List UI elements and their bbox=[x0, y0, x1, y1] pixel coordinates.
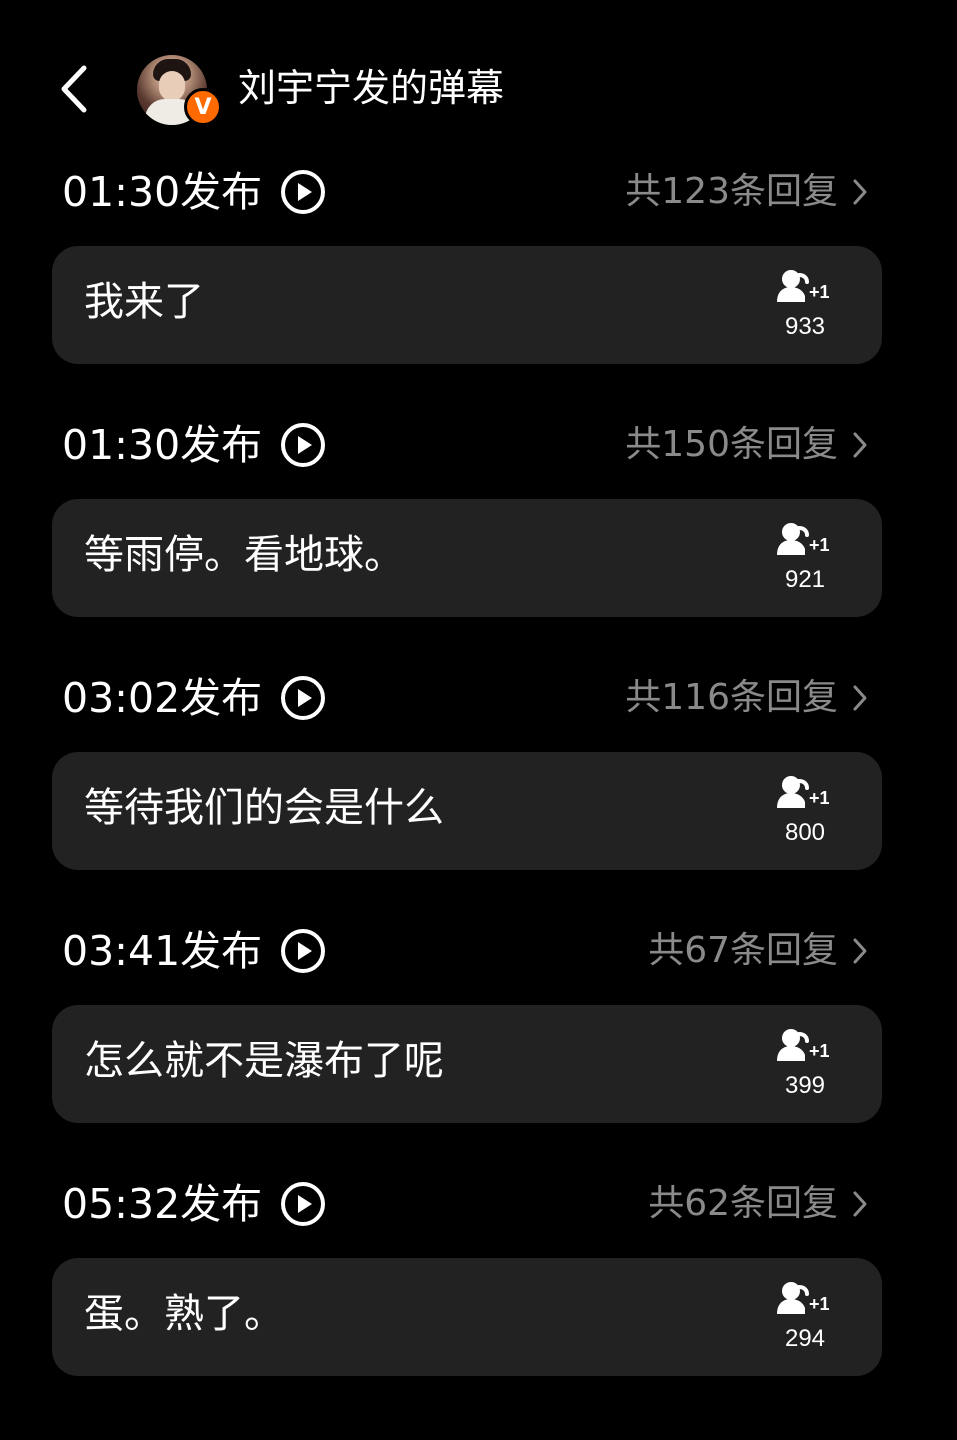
chevron-right-icon bbox=[850, 1187, 870, 1221]
svg-text:+1: +1 bbox=[809, 1294, 830, 1314]
replies-link[interactable]: 共116条回复 bbox=[625, 671, 870, 725]
danmaku-bubble[interactable]: 等雨停。看地球。 +1 921 bbox=[52, 499, 882, 617]
play-icon[interactable] bbox=[280, 1181, 326, 1227]
danmaku-list: 01:30发布 共123条回复 我来了 +1 933 01:30发布 共150条… bbox=[0, 160, 957, 1425]
plus-one-button[interactable]: +1 294 bbox=[764, 1280, 846, 1360]
plus-one-count: 294 bbox=[784, 1325, 826, 1352]
verified-badge: V bbox=[184, 88, 222, 126]
page-title: 刘宇宁发的弹幕 bbox=[238, 66, 505, 110]
danmaku-text: 等待我们的会是什么 bbox=[84, 785, 444, 831]
play-icon[interactable] bbox=[280, 422, 326, 468]
replies-link[interactable]: 共123条回复 bbox=[625, 165, 870, 219]
replies-count: 共67条回复 bbox=[648, 930, 838, 971]
chevron-right-icon bbox=[850, 175, 870, 209]
plus-one-button[interactable]: +1 800 bbox=[764, 774, 846, 854]
danmaku-time-group: 01:30发布 bbox=[62, 418, 326, 472]
chevron-left-icon bbox=[61, 65, 87, 113]
user-avatar[interactable]: V bbox=[137, 55, 225, 127]
danmaku-bubble[interactable]: 蛋。熟了。 +1 294 bbox=[52, 1258, 882, 1376]
user-plus-one-icon: +1 bbox=[777, 1029, 830, 1061]
replies-count: 共116条回复 bbox=[625, 677, 838, 718]
danmaku-item: 03:41发布 共67条回复 怎么就不是瀑布了呢 +1 399 bbox=[0, 919, 957, 1172]
danmaku-time: 01:30发布 bbox=[62, 421, 263, 469]
replies-count: 共150条回复 bbox=[625, 424, 838, 465]
svg-text:+1: +1 bbox=[809, 282, 830, 302]
danmaku-bubble[interactable]: 我来了 +1 933 bbox=[52, 246, 882, 364]
replies-count: 共62条回复 bbox=[648, 1183, 838, 1224]
chevron-right-icon bbox=[850, 934, 870, 968]
user-plus-one-icon: +1 bbox=[777, 776, 830, 808]
danmaku-time-group: 03:02发布 bbox=[62, 671, 326, 725]
user-plus-one-icon: +1 bbox=[777, 1282, 830, 1314]
danmaku-text: 怎么就不是瀑布了呢 bbox=[84, 1038, 444, 1084]
svg-text:+1: +1 bbox=[809, 788, 830, 808]
danmaku-time: 05:32发布 bbox=[62, 1180, 263, 1228]
danmaku-bubble[interactable]: 怎么就不是瀑布了呢 +1 399 bbox=[52, 1005, 882, 1123]
plus-one-count: 800 bbox=[784, 819, 826, 846]
danmaku-meta-row: 03:02发布 共116条回复 bbox=[62, 666, 870, 730]
chevron-right-icon bbox=[850, 681, 870, 715]
top-bar: V 刘宇宁发的弹幕 bbox=[0, 0, 957, 160]
plus-one-button[interactable]: +1 399 bbox=[764, 1027, 846, 1107]
danmaku-item: 03:02发布 共116条回复 等待我们的会是什么 +1 800 bbox=[0, 666, 957, 919]
play-icon[interactable] bbox=[280, 928, 326, 974]
danmaku-meta-row: 05:32发布 共62条回复 bbox=[62, 1172, 870, 1236]
danmaku-item: 01:30发布 共150条回复 等雨停。看地球。 +1 921 bbox=[0, 413, 957, 666]
user-plus-one-icon: +1 bbox=[777, 523, 830, 555]
svg-text:+1: +1 bbox=[809, 1041, 830, 1061]
danmaku-time-group: 03:41发布 bbox=[62, 924, 326, 978]
danmaku-item: 05:32发布 共62条回复 蛋。熟了。 +1 294 bbox=[0, 1172, 957, 1425]
danmaku-time-group: 01:30发布 bbox=[62, 165, 326, 219]
danmaku-meta-row: 01:30发布 共150条回复 bbox=[62, 413, 870, 477]
danmaku-text: 我来了 bbox=[84, 279, 204, 325]
danmaku-time-group: 05:32发布 bbox=[62, 1177, 326, 1231]
replies-link[interactable]: 共150条回复 bbox=[625, 418, 870, 472]
replies-link[interactable]: 共62条回复 bbox=[648, 1177, 870, 1231]
back-button[interactable] bbox=[52, 62, 96, 116]
danmaku-meta-row: 03:41发布 共67条回复 bbox=[62, 919, 870, 983]
user-plus-one-icon: +1 bbox=[777, 270, 830, 302]
danmaku-time: 03:41发布 bbox=[62, 927, 263, 975]
danmaku-meta-row: 01:30发布 共123条回复 bbox=[62, 160, 870, 224]
danmaku-text: 等雨停。看地球。 bbox=[84, 532, 404, 578]
plus-one-count: 399 bbox=[784, 1072, 826, 1099]
danmaku-bubble[interactable]: 等待我们的会是什么 +1 800 bbox=[52, 752, 882, 870]
danmaku-time: 03:02发布 bbox=[62, 674, 263, 722]
replies-link[interactable]: 共67条回复 bbox=[648, 924, 870, 978]
play-icon[interactable] bbox=[280, 169, 326, 215]
svg-text:+1: +1 bbox=[809, 535, 830, 555]
plus-one-count: 933 bbox=[784, 313, 826, 340]
danmaku-item: 01:30发布 共123条回复 我来了 +1 933 bbox=[0, 160, 957, 413]
play-icon[interactable] bbox=[280, 675, 326, 721]
chevron-right-icon bbox=[850, 428, 870, 462]
plus-one-button[interactable]: +1 933 bbox=[764, 268, 846, 348]
plus-one-button[interactable]: +1 921 bbox=[764, 521, 846, 601]
danmaku-text: 蛋。熟了。 bbox=[84, 1291, 284, 1337]
replies-count: 共123条回复 bbox=[625, 171, 838, 212]
plus-one-count: 921 bbox=[784, 566, 826, 593]
danmaku-time: 01:30发布 bbox=[62, 168, 263, 216]
